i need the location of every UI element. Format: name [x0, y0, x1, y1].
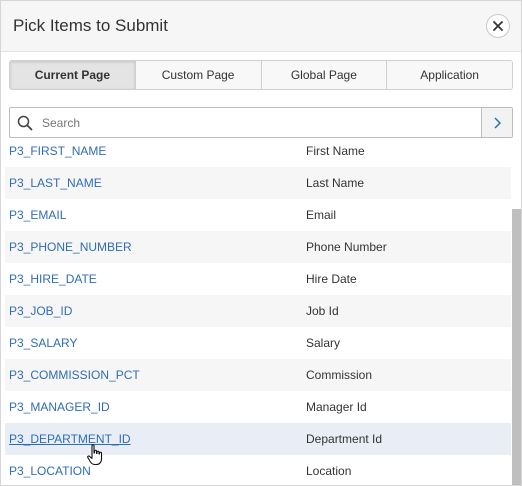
tab-global-page[interactable]: Global Page — [261, 61, 388, 89]
item-name: P3_COMMISSION_PCT — [9, 368, 140, 382]
item-name: P3_HIRE_DATE — [9, 272, 97, 286]
tab-current-page[interactable]: Current Page — [10, 61, 136, 89]
item-label: Manager Id — [306, 400, 367, 414]
list-item[interactable]: P3_LAST_NAME Last Name — [5, 167, 511, 199]
list-item[interactable]: P3_JOB_ID Job Id — [5, 295, 511, 327]
list-item[interactable]: P3_HIRE_DATE Hire Date — [5, 263, 511, 295]
item-name: P3_EMAIL — [9, 208, 67, 222]
item-name: P3_DEPARTMENT_ID — [9, 432, 131, 446]
item-label: First Name — [306, 145, 365, 158]
search-box — [9, 107, 513, 138]
tab-bar: Current Page Custom Page Global Page App… — [9, 60, 513, 90]
item-label: Salary — [306, 336, 341, 350]
item-name: P3_LAST_NAME — [9, 176, 102, 190]
tab-label: Custom Page — [161, 68, 235, 82]
scrollbar-thumb[interactable] — [512, 209, 521, 485]
item-label: Email — [306, 208, 337, 222]
search-icon — [10, 108, 40, 137]
tab-custom-page[interactable]: Custom Page — [135, 61, 262, 89]
chevron-right-icon — [494, 116, 501, 129]
item-name: P3_PHONE_NUMBER — [9, 240, 132, 254]
dialog-title: Pick Items to Submit — [13, 16, 168, 35]
tab-application[interactable]: Application — [387, 61, 512, 89]
item-list: P3_FIRST_NAME First Name P3_LAST_NAME La… — [1, 145, 513, 485]
list-item[interactable]: P3_PHONE_NUMBER Phone Number — [5, 231, 511, 263]
item-label: Department Id — [306, 432, 383, 446]
item-name: P3_FIRST_NAME — [9, 145, 107, 158]
item-label: Job Id — [306, 304, 339, 318]
list-item[interactable]: P3_LOCATION Location — [5, 455, 511, 485]
item-name: P3_JOB_ID — [9, 304, 73, 318]
item-name: P3_SALARY — [9, 336, 78, 350]
item-name: P3_LOCATION — [9, 464, 91, 478]
list-item[interactable]: P3_FIRST_NAME First Name — [5, 145, 511, 167]
tab-label: Global Page — [290, 68, 357, 82]
search-go-button[interactable] — [481, 108, 512, 137]
item-label: Phone Number — [306, 240, 387, 254]
tab-label: Current Page — [34, 68, 111, 82]
list-item[interactable]: P3_EMAIL Email — [5, 199, 511, 231]
tab-label: Application — [420, 68, 479, 82]
dialog-header: Pick Items to Submit — [1, 1, 521, 52]
close-button[interactable] — [486, 14, 510, 38]
item-name: P3_MANAGER_ID — [9, 400, 110, 414]
item-label: Commission — [306, 368, 373, 382]
list-item[interactable]: P3_DEPARTMENT_ID Department Id — [5, 423, 511, 455]
list-item[interactable]: P3_SALARY Salary — [5, 327, 511, 359]
list-item[interactable]: P3_COMMISSION_PCT Commission — [5, 359, 511, 391]
item-label: Hire Date — [306, 272, 357, 286]
list-item[interactable]: P3_MANAGER_ID Manager Id — [5, 391, 511, 423]
close-icon — [493, 21, 503, 31]
item-label: Last Name — [306, 176, 365, 190]
search-input[interactable] — [40, 108, 481, 137]
item-label: Location — [306, 464, 352, 478]
pick-items-dialog: Pick Items to Submit Current Page Custom… — [0, 0, 522, 486]
